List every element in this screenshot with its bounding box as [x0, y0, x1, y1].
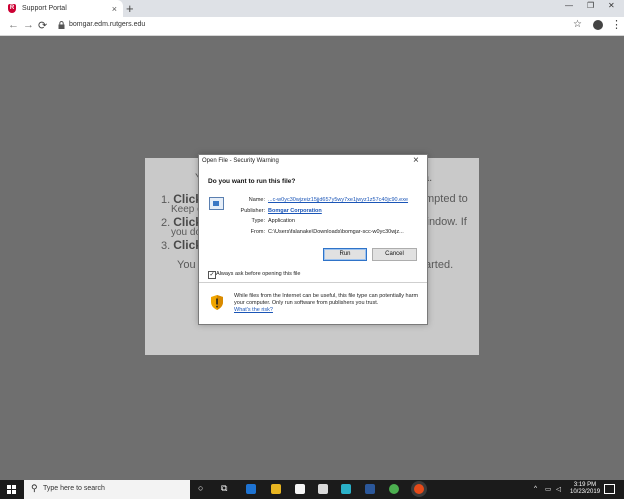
dialog-title: Open File - Security Warning — [202, 158, 279, 164]
search-icon: ⚲ — [31, 483, 38, 493]
step-1-fragment-right: mpted to — [425, 193, 468, 205]
minimize-button[interactable]: — — [565, 1, 573, 10]
nav-bar: ← → ⟳ bomgar.edm.rutgers.edu ☆ ⋮ — [0, 17, 624, 36]
step-2-line-2: you do — [171, 227, 202, 238]
task-view-icon[interactable]: ⧉ — [221, 483, 227, 494]
footer-text-fragment-right: arted. — [425, 259, 454, 271]
from-value: C:\Users\falanake\Downloads\bomgar-scc-w… — [268, 229, 404, 235]
file-explorer-icon[interactable] — [271, 484, 281, 494]
run-button[interactable]: Run — [323, 248, 367, 261]
app-icon[interactable] — [341, 484, 351, 494]
always-ask-checkbox[interactable]: ✓ — [208, 271, 216, 279]
window-close-button[interactable]: ✕ — [608, 1, 615, 10]
publisher-label: Publisher: — [240, 208, 265, 214]
notification-icon[interactable] — [604, 484, 615, 494]
windows-start-icon[interactable] — [7, 485, 16, 494]
bookmark-star-icon[interactable]: ☆ — [573, 19, 582, 30]
always-ask-label[interactable]: Always ask before opening this file — [216, 271, 300, 277]
clock-time: 3:19 PM — [573, 482, 597, 488]
taskbar-clock[interactable]: 3:19 PM 10/23/2019 — [570, 482, 600, 496]
tab-close-icon[interactable]: × — [112, 4, 117, 14]
mail-icon[interactable] — [318, 484, 328, 494]
tab-support-portal[interactable]: R Support Portal × — [0, 0, 123, 17]
account-avatar-icon[interactable] — [593, 20, 603, 30]
warning-shield-icon — [211, 295, 223, 310]
tab-title: Support Portal — [22, 5, 67, 12]
dialog-question: Do you want to run this file? — [208, 178, 296, 185]
chrome-active-icon[interactable] — [414, 484, 424, 494]
tab-bar: R Support Portal × + — ❐ ✕ — [0, 0, 624, 17]
network-icon[interactable]: ▭ — [545, 485, 551, 493]
rutgers-shield-icon: R — [8, 4, 16, 13]
step-3-text: 3. Click — [161, 238, 202, 252]
cancel-button[interactable]: Cancel — [372, 248, 417, 261]
dialog-close-button[interactable]: × — [413, 155, 419, 166]
taskbar-search-box[interactable]: ⚲ Type here to search — [24, 480, 190, 499]
tray-chevron-icon[interactable]: ^ — [534, 485, 537, 492]
warning-text: While files from the Internet can be use… — [234, 293, 419, 314]
type-value: Application — [268, 218, 295, 224]
name-label: Name: — [248, 197, 265, 203]
volume-icon[interactable]: ◁ — [556, 485, 561, 493]
search-placeholder[interactable]: Type here to search — [43, 485, 105, 492]
from-label: From: — [250, 229, 265, 235]
step-3-number: 3. — [161, 240, 174, 252]
edge-browser-icon[interactable] — [246, 484, 256, 494]
taskbar: ⚲ Type here to search ○ ⧉ ^ ▭ ◁ 3:19 PM … — [0, 480, 624, 499]
clock-date: 10/23/2019 — [570, 489, 601, 495]
warning-message: While files from the Internet can be use… — [234, 293, 419, 306]
chrome-icon[interactable] — [389, 484, 399, 494]
publisher-link[interactable]: Bomgar Corporation — [268, 208, 322, 214]
lock-icon[interactable] — [58, 21, 65, 29]
browser-menu-icon[interactable]: ⋮ — [611, 18, 622, 31]
type-label: Type: — [251, 218, 265, 224]
back-arrow-icon[interactable]: ← — [8, 19, 19, 31]
store-icon[interactable] — [295, 484, 305, 494]
reload-icon[interactable]: ⟳ — [38, 19, 47, 32]
whats-the-risk-link[interactable]: What's the risk? — [234, 307, 273, 313]
security-warning-dialog: Open File - Security Warning × Do you wa… — [198, 154, 428, 325]
new-tab-button[interactable]: + — [126, 1, 134, 16]
address-bar[interactable]: bomgar.edm.rutgers.edu — [69, 21, 145, 28]
cortana-icon[interactable]: ○ — [198, 483, 203, 493]
forward-arrow-icon[interactable]: → — [23, 19, 34, 31]
maximize-button[interactable]: ❐ — [587, 1, 594, 10]
file-name-link[interactable]: ...c-w0yc30wjzeiz15jjd657y5wy7xe1jwyz1z5… — [268, 197, 408, 203]
word-icon[interactable] — [365, 484, 375, 494]
warning-section: While files from the Internet can be use… — [199, 283, 427, 324]
